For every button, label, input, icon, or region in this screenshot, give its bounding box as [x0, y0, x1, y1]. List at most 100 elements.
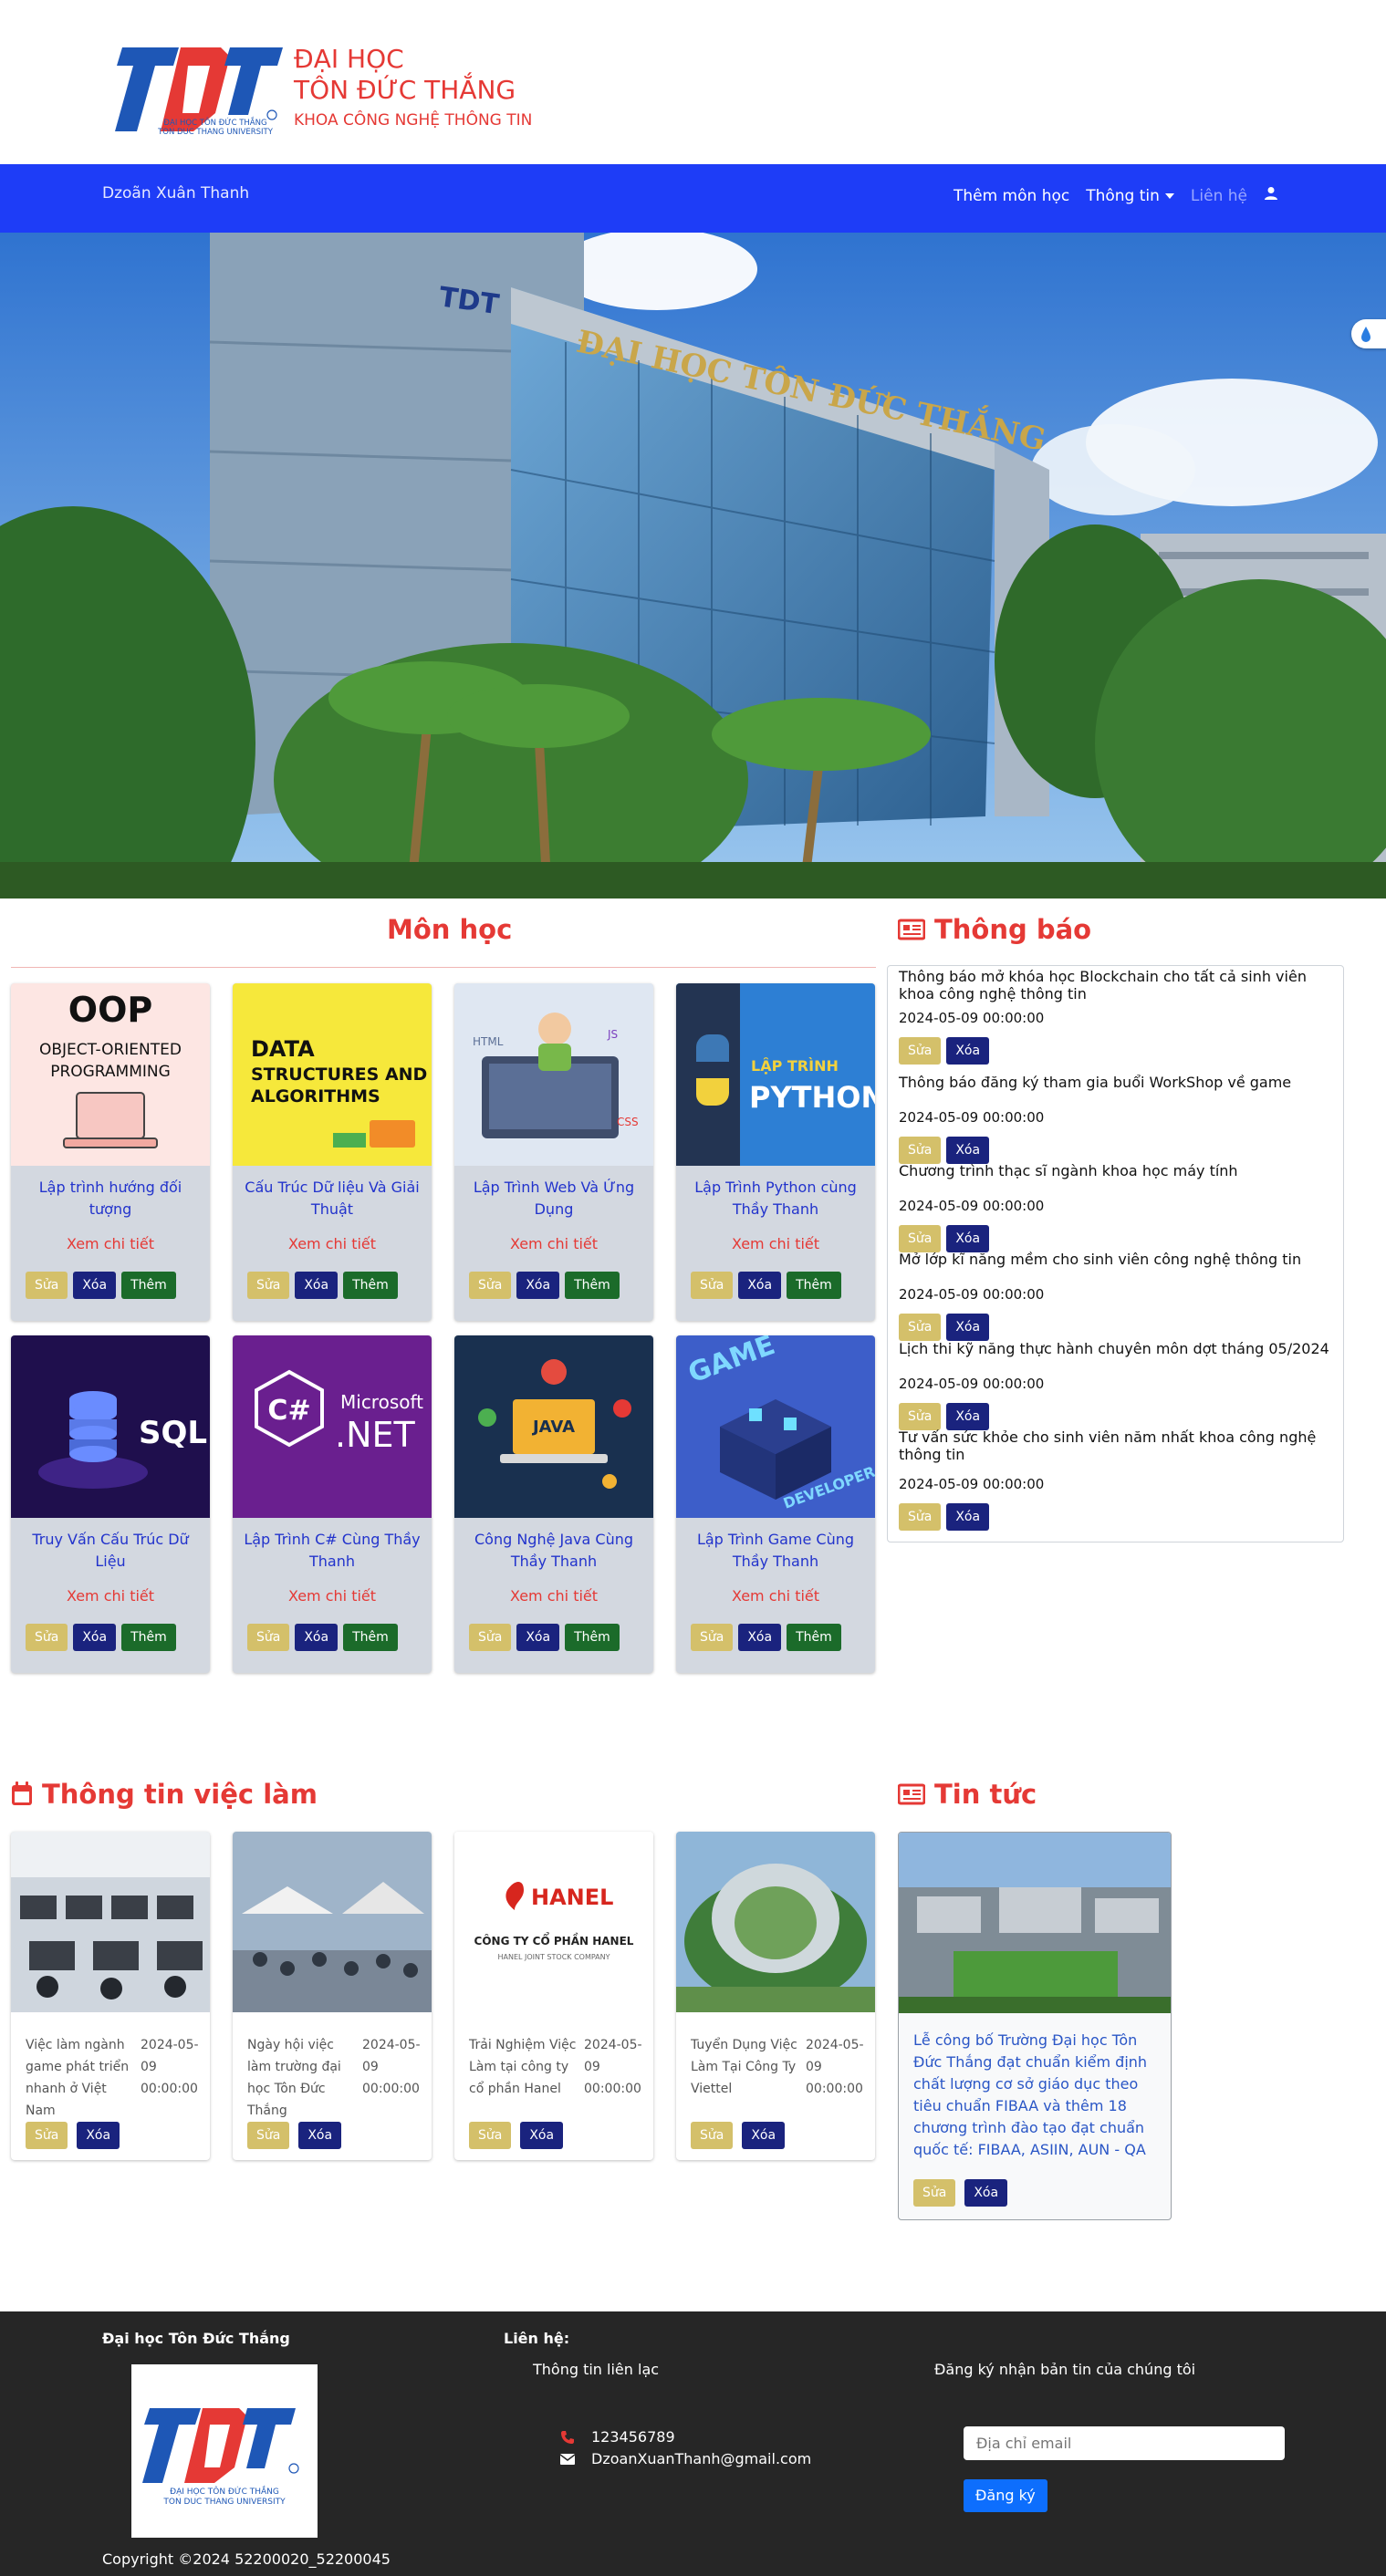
newsletter-email-input[interactable]	[964, 2426, 1285, 2460]
course-card-sql[interactable]: SQL Truy Vấn Cấu Trúc Dữ Liệu Xem chi ti…	[11, 1335, 210, 1673]
notice-title[interactable]: Thông báo đăng ký tham gia buổi WorkShop…	[899, 1074, 1337, 1091]
news-item-title[interactable]: Lễ công bố Trường Đại học Tôn Đức Thắng …	[913, 2030, 1160, 2161]
add-button[interactable]: Thêm	[343, 1624, 398, 1651]
edit-button[interactable]: Sửa	[469, 1624, 512, 1651]
delete-button[interactable]: Xóa	[742, 2122, 786, 2149]
delete-button[interactable]: Xóa	[516, 1272, 560, 1299]
subscribe-button[interactable]: Đăng ký	[964, 2479, 1047, 2512]
edit-button[interactable]: Sửa	[899, 1225, 942, 1252]
course-title[interactable]: Lập Trình C# Cùng Thầy Thanh	[242, 1529, 422, 1573]
course-title[interactable]: Lập Trình Python cùng Thầy Thanh	[685, 1177, 866, 1220]
course-detail-link[interactable]: Xem chi tiết	[11, 1587, 210, 1605]
job-card[interactable]: HANEL CÔNG TY CỔ PHẦN HANEL HANEL JOINT …	[454, 1832, 653, 2160]
notice-title[interactable]: Mở lớp kĩ năng mềm cho sinh viên công ng…	[899, 1251, 1337, 1268]
course-detail-link[interactable]: Xem chi tiết	[454, 1235, 653, 1252]
job-actions: Sửa Xóa	[26, 2122, 120, 2149]
edit-button[interactable]: Sửa	[899, 1037, 942, 1065]
delete-button[interactable]: Xóa	[946, 1037, 990, 1065]
job-card[interactable]: Ngày hội việc làm trường đại học Tôn Đức…	[233, 1832, 432, 2160]
job-card[interactable]: Việc làm ngành game phát triển nhanh ở V…	[11, 1832, 210, 2160]
job-title[interactable]: Ngày hội việc làm trường đại học Tôn Đức…	[247, 2034, 357, 2122]
edit-button[interactable]: Sửa	[691, 2122, 734, 2149]
delete-button[interactable]: Xóa	[73, 1624, 117, 1651]
notice-title[interactable]: Tư vấn sức khỏe cho sinh viên năm nhất k…	[899, 1428, 1337, 1463]
course-card-python[interactable]: LẬP TRÌNH PYTHON Lập Trình Python cùng T…	[676, 983, 875, 1321]
add-button[interactable]: Thêm	[565, 1272, 620, 1299]
delete-button[interactable]: Xóa	[73, 1272, 117, 1299]
course-detail-link[interactable]: Xem chi tiết	[454, 1587, 653, 1605]
delete-button[interactable]: Xóa	[295, 1624, 339, 1651]
course-detail-link[interactable]: Xem chi tiết	[676, 1587, 875, 1605]
edit-button[interactable]: Sửa	[913, 2179, 956, 2207]
course-card-game[interactable]: GAME DEVELOPER Lập Trình Game Cùng Thầy …	[676, 1335, 875, 1673]
nav-contact[interactable]: Liên hệ	[1191, 187, 1247, 205]
add-button[interactable]: Thêm	[121, 1272, 176, 1299]
course-title[interactable]: Lập Trình Game Cùng Thầy Thanh	[685, 1529, 866, 1573]
job-title[interactable]: Việc làm ngành game phát triển nhanh ở V…	[26, 2034, 135, 2122]
course-card-oop[interactable]: OOP OBJECT-ORIENTED PROGRAMMING Lập trìn…	[11, 983, 210, 1321]
user-icon[interactable]	[1264, 186, 1278, 205]
add-button[interactable]: Thêm	[343, 1272, 398, 1299]
delete-button[interactable]: Xóa	[964, 2179, 1008, 2207]
delete-button[interactable]: Xóa	[946, 1137, 990, 1164]
course-detail-link[interactable]: Xem chi tiết	[233, 1235, 432, 1252]
university-logo[interactable]: ĐẠI HỌC TÔN ĐỨC THẮNG TON DUC THANG UNIV…	[104, 40, 287, 142]
footer-phone[interactable]: 123456789	[560, 2428, 675, 2446]
delete-button[interactable]: Xóa	[946, 1503, 990, 1531]
edit-button[interactable]: Sửa	[899, 1503, 942, 1531]
footer-logo[interactable]: ĐẠI HỌC TÔN ĐỨC THẮNG TON DUC THANG UNIV…	[131, 2364, 318, 2538]
edit-button[interactable]: Sửa	[247, 1624, 290, 1651]
course-detail-link[interactable]: Xem chi tiết	[233, 1587, 432, 1605]
delete-button[interactable]: Xóa	[946, 1225, 990, 1252]
course-title[interactable]: Truy Vấn Cấu Trúc Dữ Liệu	[20, 1529, 201, 1573]
edit-button[interactable]: Sửa	[899, 1137, 942, 1164]
nav-brand[interactable]: Dzoãn Xuân Thanh	[102, 184, 249, 203]
delete-button[interactable]: Xóa	[946, 1314, 990, 1341]
job-title[interactable]: Trải Nghiệm Việc Làm tại công ty cổ phần…	[469, 2034, 578, 2100]
add-button[interactable]: Thêm	[787, 1272, 841, 1299]
img-text: Microsoft	[340, 1391, 423, 1413]
nav-info-dropdown[interactable]: Thông tin	[1086, 187, 1174, 205]
delete-button[interactable]: Xóa	[516, 1624, 560, 1651]
course-detail-link[interactable]: Xem chi tiết	[11, 1235, 210, 1252]
course-card-csharp[interactable]: C# Microsoft .NET Lập Trình C# Cùng Thầy…	[233, 1335, 432, 1673]
delete-button[interactable]: Xóa	[738, 1272, 782, 1299]
notice-title[interactable]: Lịch thi kỹ năng thực hành chuyên môn dợ…	[899, 1340, 1337, 1357]
edit-button[interactable]: Sửa	[691, 1624, 734, 1651]
add-button[interactable]: Thêm	[565, 1624, 620, 1651]
edit-button[interactable]: Sửa	[26, 2122, 68, 2149]
delete-button[interactable]: Xóa	[295, 1272, 339, 1299]
edit-button[interactable]: Sửa	[247, 2122, 290, 2149]
job-title[interactable]: Tuyển Dụng Việc Làm Tại Công Ty Viettel	[691, 2034, 800, 2100]
edit-button[interactable]: Sửa	[26, 1272, 68, 1299]
edit-button[interactable]: Sửa	[691, 1272, 734, 1299]
course-title[interactable]: Lập Trình Web Và Ứng Dụng	[464, 1177, 644, 1220]
edit-button[interactable]: Sửa	[469, 2122, 512, 2149]
job-card[interactable]: Tuyển Dụng Việc Làm Tại Công Ty Viettel …	[676, 1832, 875, 2160]
add-button[interactable]: Thêm	[787, 1624, 841, 1651]
delete-button[interactable]: Xóa	[77, 2122, 120, 2149]
edit-button[interactable]: Sửa	[247, 1272, 290, 1299]
delete-button[interactable]: Xóa	[520, 2122, 564, 2149]
delete-button[interactable]: Xóa	[298, 2122, 342, 2149]
nav-add-course[interactable]: Thêm môn học	[954, 187, 1069, 205]
water-drop-icon[interactable]	[1351, 319, 1386, 348]
delete-button[interactable]: Xóa	[738, 1624, 782, 1651]
notice-title[interactable]: Thông báo mở khóa học Blockchain cho tất…	[899, 968, 1337, 1002]
course-card-java[interactable]: JAVA Công Nghệ Java Cùng Thầy Thanh Xem …	[454, 1335, 653, 1673]
course-title[interactable]: Cấu Trúc Dữ liệu Và Giải Thuật	[242, 1177, 422, 1220]
course-title[interactable]: Công Nghệ Java Cùng Thầy Thanh	[464, 1529, 644, 1573]
edit-button[interactable]: Sửa	[899, 1403, 942, 1430]
edit-button[interactable]: Sửa	[469, 1272, 512, 1299]
delete-button[interactable]: Xóa	[946, 1403, 990, 1430]
news-card[interactable]: Lễ công bố Trường Đại học Tôn Đức Thắng …	[898, 1832, 1172, 2220]
course-detail-link[interactable]: Xem chi tiết	[676, 1235, 875, 1252]
add-button[interactable]: Thêm	[121, 1624, 176, 1651]
course-title[interactable]: Lập trình hướng đối tượng	[20, 1177, 201, 1220]
edit-button[interactable]: Sửa	[26, 1624, 68, 1651]
edit-button[interactable]: Sửa	[899, 1314, 942, 1341]
footer-email[interactable]: DzoanXuanThanh@gmail.com	[560, 2450, 811, 2467]
course-card-dsa[interactable]: DATA STRUCTURES AND ALGORITHMS Cấu Trúc …	[233, 983, 432, 1321]
notice-title[interactable]: Chương trình thạc sĩ ngành khoa học máy …	[899, 1162, 1337, 1179]
course-card-web[interactable]: HTML CSS JS Lập Trình Web Và Ứng Dụng Xe…	[454, 983, 653, 1321]
